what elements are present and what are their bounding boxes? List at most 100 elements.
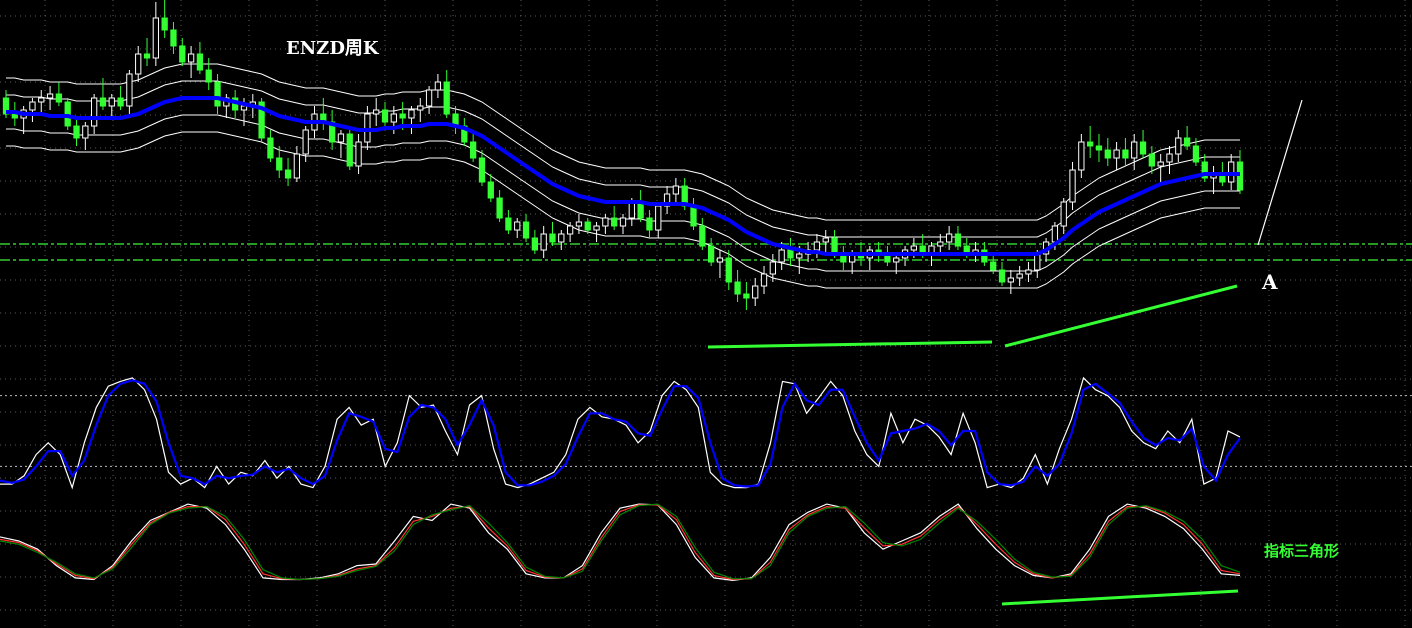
candle-body: [55, 93, 63, 103]
candle-body: [1175, 137, 1182, 155]
candle-body: [355, 141, 362, 167]
candle-body: [531, 237, 539, 251]
candle-body: [487, 181, 494, 199]
candle-body: [108, 97, 115, 107]
candle-body: [611, 217, 618, 227]
triangle-indicator-series-line: [0, 503, 1241, 581]
projection-line: [1257, 99, 1303, 246]
candle-body: [117, 97, 124, 107]
candle-body: [1166, 153, 1173, 163]
candle-body: [214, 81, 221, 107]
candle-body: [893, 257, 900, 263]
candle-body: [549, 233, 556, 243]
candle-body: [831, 237, 838, 255]
candle-body: [1148, 153, 1156, 167]
candle-body: [187, 53, 195, 63]
candle-body: [522, 221, 530, 239]
candle-body: [73, 125, 80, 139]
chart-canvas: [0, 0, 1412, 628]
candle-body: [998, 269, 1006, 283]
candle-body: [161, 17, 168, 31]
candle-body: [628, 201, 635, 219]
chart-title: ENZD周K: [286, 38, 379, 59]
candle-body: [760, 273, 768, 287]
candlesticks: [2, 0, 1244, 310]
candle-body: [954, 233, 962, 247]
candle-body: [937, 241, 944, 247]
candle-body: [196, 53, 204, 71]
candle-body: [558, 233, 565, 243]
candle-body: [1122, 149, 1129, 159]
candle-body: [38, 97, 45, 103]
triangle-indicator-label: 指标三角形: [1264, 542, 1340, 560]
envelope-band-line: [6, 63, 1240, 221]
horizontal-levels: [0, 243, 1412, 261]
candle-body: [945, 233, 953, 243]
candle-body: [716, 257, 724, 263]
candle-body: [707, 245, 715, 263]
candle-body: [381, 109, 389, 123]
candle-body: [496, 197, 503, 219]
candle-body: [417, 105, 424, 111]
candle-body: [179, 45, 186, 63]
candle-body: [11, 113, 18, 119]
candle-body: [602, 217, 609, 227]
candle-body: [1183, 137, 1191, 147]
triangle-indicator-series-line: [0, 504, 1241, 581]
candle-body: [787, 249, 794, 259]
candle-body: [1113, 149, 1120, 159]
candle-body: [470, 141, 477, 159]
candle-body: [752, 285, 759, 299]
candle-body: [240, 105, 248, 111]
candle-body: [135, 53, 142, 75]
candle-body: [743, 293, 750, 299]
candle-body: [276, 157, 283, 171]
triangle-indicator-panel: [0, 503, 1241, 582]
candle-body: [778, 249, 785, 263]
candle-body: [566, 225, 574, 235]
candle-body: [690, 205, 697, 227]
candle-body: [293, 153, 301, 179]
candle-body: [399, 113, 406, 119]
annotation-a: A: [1262, 270, 1278, 294]
candle-body: [46, 93, 54, 99]
candle-body: [1139, 141, 1147, 155]
candle-body: [575, 221, 583, 227]
candle-body: [1095, 145, 1103, 151]
triangle-trendline: [1001, 589, 1239, 606]
candle-body: [1016, 273, 1023, 279]
candle-body: [1025, 269, 1032, 275]
candle-body: [29, 101, 36, 111]
chart-grid: [0, 0, 1412, 628]
oscillator-series-line: [0, 376, 1241, 490]
candle-body: [1051, 225, 1059, 243]
candle-body: [505, 217, 512, 231]
candle-body: [90, 97, 98, 127]
candle-body: [813, 241, 821, 251]
candle-body: [910, 245, 918, 251]
candle-body: [699, 225, 706, 247]
candle-body: [143, 53, 151, 59]
candle-body: [725, 257, 732, 283]
candle-body: [337, 133, 345, 143]
candle-body: [152, 17, 159, 59]
envelope-band-line: [6, 80, 1240, 238]
candle-body: [1034, 253, 1041, 271]
candle-body: [284, 169, 292, 179]
candle-body: [646, 217, 653, 231]
candle-body: [593, 225, 600, 231]
oscillator-panel: [0, 376, 1412, 490]
candle-body: [1078, 141, 1085, 171]
candle-body: [619, 217, 627, 227]
candle-body: [346, 133, 353, 167]
candle-body: [302, 129, 309, 155]
candle-body: [267, 137, 274, 159]
candle-body: [822, 237, 829, 243]
candle-body: [796, 253, 803, 259]
candle-body: [1069, 169, 1076, 203]
candle-body: [390, 113, 397, 123]
rising-trendline: [1004, 284, 1238, 348]
candle-body: [990, 261, 997, 271]
candle-body: [540, 233, 547, 251]
candle-body: [1060, 201, 1067, 227]
